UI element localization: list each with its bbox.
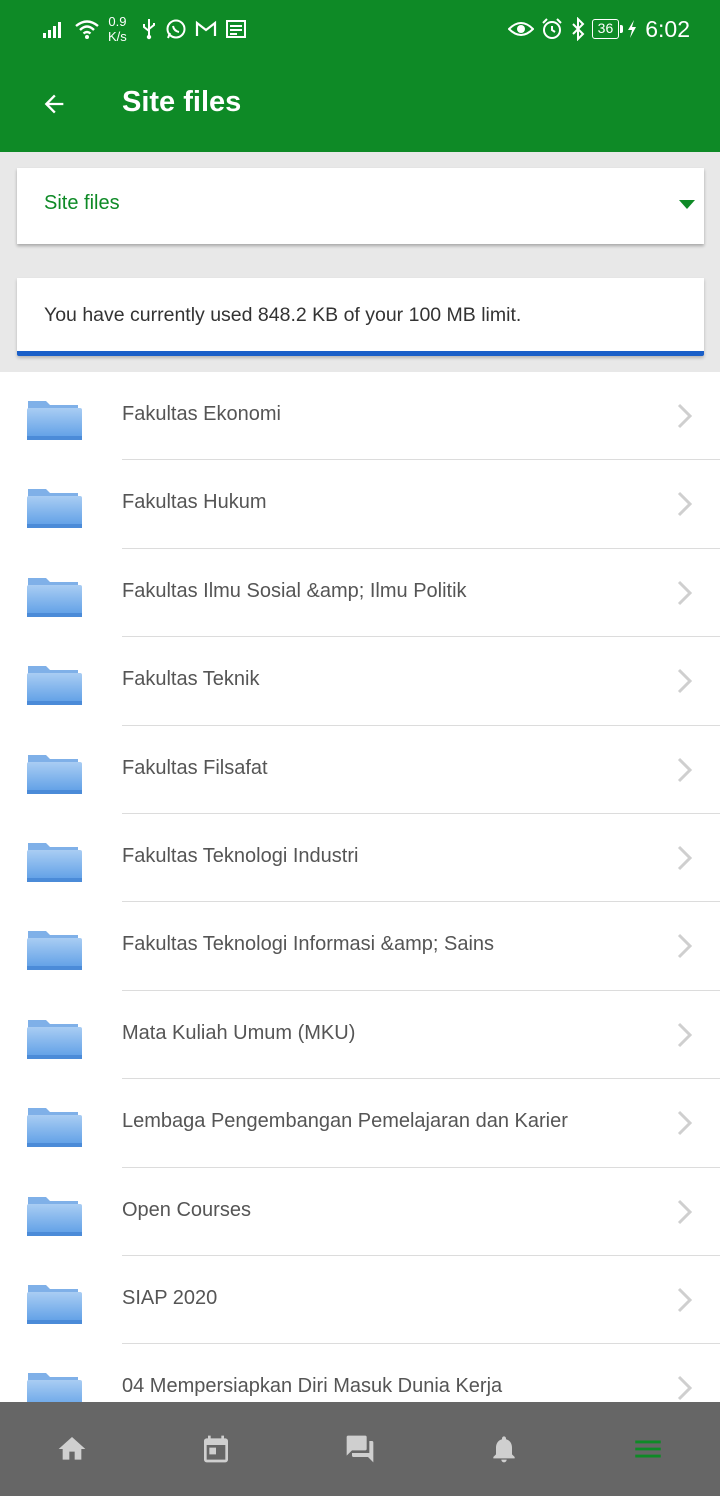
chevron-right-icon bbox=[677, 845, 693, 871]
charging-icon bbox=[627, 19, 637, 39]
home-icon bbox=[58, 1437, 86, 1460]
status-bar: 0.9 K/s 36 6:02 bbox=[0, 0, 720, 56]
folder-icon bbox=[27, 842, 82, 882]
network-speed-unit: K/s bbox=[108, 29, 127, 44]
list-item-label: 04 Mempersiapkan Diri Masuk Dunia Kerja bbox=[122, 1375, 503, 1398]
nav-messages[interactable] bbox=[288, 1402, 432, 1496]
arrow-back-icon bbox=[44, 94, 64, 114]
whatsapp-icon bbox=[165, 18, 187, 40]
chevron-right-icon bbox=[677, 934, 693, 959]
nav-calendar[interactable] bbox=[144, 1402, 288, 1496]
storage-usage-text: You have currently used 848.2 KB of your… bbox=[44, 304, 522, 326]
chevron-right-icon bbox=[677, 757, 693, 782]
list-item-label: Fakultas Teknik bbox=[122, 668, 260, 691]
folder-icon bbox=[27, 1373, 82, 1402]
news-icon bbox=[225, 19, 247, 39]
folder-icon bbox=[27, 401, 82, 440]
signal-icon bbox=[42, 19, 66, 39]
list-item[interactable]: Open Courses bbox=[0, 1168, 720, 1256]
chevron-right-icon bbox=[677, 403, 693, 429]
list-item[interactable]: Fakultas Teknologi Informasi &amp; Sains bbox=[0, 902, 720, 991]
chevron-right-icon bbox=[677, 580, 693, 605]
folder-icon bbox=[27, 666, 82, 706]
list-item-label: Fakultas Filsafat bbox=[122, 756, 268, 779]
chevron-right-icon bbox=[677, 492, 693, 517]
folder-icon bbox=[27, 754, 82, 794]
list-item[interactable]: Mata Kuliah Umum (MKU) bbox=[0, 991, 720, 1080]
list-item-label: Fakultas Ekonomi bbox=[122, 403, 281, 425]
gmail-icon bbox=[195, 20, 217, 38]
nav-notifications[interactable] bbox=[432, 1402, 576, 1496]
clock: 6:02 bbox=[645, 15, 690, 42]
list-item[interactable]: Fakultas Teknik bbox=[0, 637, 720, 726]
bottom-navigation bbox=[0, 1402, 720, 1496]
page-title: Site files bbox=[122, 86, 242, 118]
nav-home[interactable] bbox=[0, 1402, 144, 1496]
app-bar: Site files bbox=[0, 56, 720, 152]
network-speed: 0.9 K/s bbox=[108, 14, 127, 44]
list-item[interactable]: Fakultas Ekonomi bbox=[0, 372, 720, 461]
chevron-right-icon bbox=[677, 1022, 693, 1047]
chevron-right-icon bbox=[677, 669, 693, 694]
back-button[interactable] bbox=[30, 80, 78, 128]
folder-icon bbox=[27, 931, 82, 971]
status-right-icons: 36 6:02 bbox=[507, 12, 690, 46]
calendar-icon bbox=[204, 1435, 228, 1463]
nav-menu[interactable] bbox=[576, 1402, 720, 1496]
list-item-label: Fakultas Ilmu Sosial &amp; Ilmu Politik bbox=[122, 579, 467, 602]
chevron-right-icon bbox=[677, 1199, 693, 1224]
list-item-label: SIAP 2020 bbox=[122, 1286, 218, 1309]
folder-icon bbox=[27, 1019, 82, 1059]
list-item-label: Lembaga Pengembangan Pemelajaran dan Kar… bbox=[122, 1110, 568, 1133]
file-list: Fakultas Ekonomi Fakultas Hukum Fakultas… bbox=[0, 372, 720, 1402]
list-item[interactable]: Fakultas Filsafat bbox=[0, 726, 720, 814]
list-item[interactable]: 04 Mempersiapkan Diri Masuk Dunia Kerja bbox=[0, 1344, 720, 1402]
wifi-icon bbox=[74, 18, 100, 40]
list-item[interactable]: Fakultas Teknologi Industri bbox=[0, 814, 720, 903]
list-item[interactable]: Lembaga Pengembangan Pemelajaran dan Kar… bbox=[0, 1079, 720, 1168]
folder-icon bbox=[27, 489, 82, 529]
folder-icon bbox=[27, 577, 82, 617]
folder-icon bbox=[27, 1108, 82, 1148]
folder-icon bbox=[27, 1196, 82, 1236]
messages-icon bbox=[346, 1435, 374, 1463]
folder-icon bbox=[27, 1284, 82, 1324]
chevron-right-icon bbox=[677, 1376, 693, 1401]
storage-usage-card: You have currently used 848.2 KB of your… bbox=[17, 278, 704, 356]
usb-icon bbox=[141, 18, 157, 40]
site-files-select[interactable]: Site files bbox=[17, 168, 704, 244]
chevron-right-icon bbox=[677, 1287, 693, 1312]
alarm-icon bbox=[540, 17, 564, 41]
list-item-label: Fakultas Teknologi Informasi &amp; Sains bbox=[122, 933, 495, 956]
status-left-icons: 0.9 K/s bbox=[42, 12, 247, 46]
menu-icon bbox=[635, 1440, 661, 1458]
list-item[interactable]: SIAP 2020 bbox=[0, 1256, 720, 1345]
list-item-label: Fakultas Teknologi Industri bbox=[122, 844, 359, 867]
select-value: Site files bbox=[44, 192, 120, 214]
list-item-label: Open Courses bbox=[122, 1198, 251, 1221]
dropdown-caret-icon bbox=[679, 200, 695, 209]
notifications-icon bbox=[493, 1436, 515, 1463]
bluetooth-icon bbox=[570, 17, 586, 41]
list-item[interactable]: Fakultas Hukum bbox=[0, 460, 720, 549]
list-item[interactable]: Fakultas Ilmu Sosial &amp; Ilmu Politik bbox=[0, 549, 720, 638]
network-speed-value: 0.9 bbox=[108, 14, 127, 29]
chevron-right-icon bbox=[677, 1111, 693, 1136]
battery-icon: 36 bbox=[591, 19, 623, 39]
eye-icon bbox=[507, 19, 534, 39]
list-item-label: Fakultas Hukum bbox=[122, 491, 267, 514]
list-item-label: Mata Kuliah Umum (MKU) bbox=[122, 1021, 356, 1044]
